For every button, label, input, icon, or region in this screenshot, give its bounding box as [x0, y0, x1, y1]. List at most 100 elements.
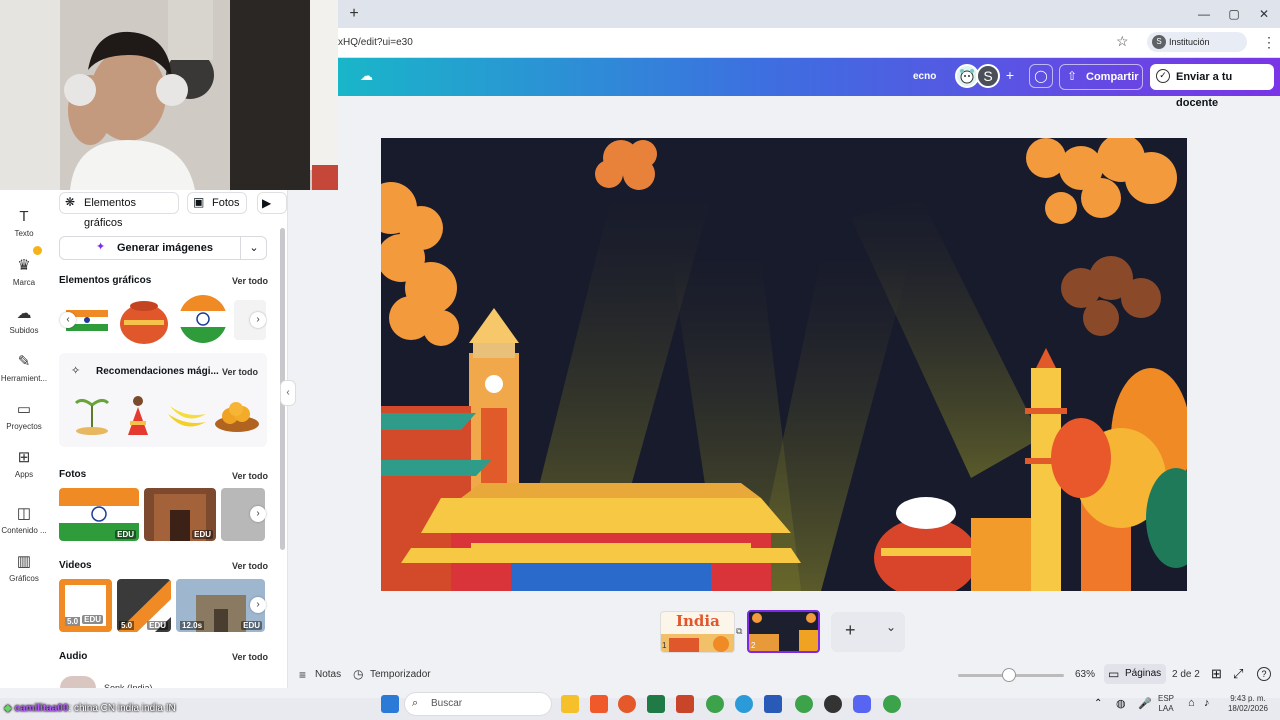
cloud-saved-icon[interactable]: ☁ [360, 68, 376, 84]
photo-thumb-temple[interactable]: EDU [144, 488, 216, 541]
windows-start-icon[interactable] [381, 695, 399, 713]
rail-label: Herramient... [0, 374, 48, 383]
fullscreen-icon[interactable]: ⤢ [1233, 666, 1243, 682]
chevron-down-icon[interactable]: ⌄ [886, 620, 896, 634]
chevron-down-icon[interactable]: ⌄ [240, 236, 267, 260]
bookmark-star-icon[interactable]: ☆ [1116, 33, 1129, 50]
minimize-button[interactable]: — [1192, 4, 1216, 24]
recommendation-thumb-bananas[interactable] [164, 396, 210, 434]
chat-diamond-icon: ◆ [4, 703, 12, 714]
graphic-thumb-flag-circle[interactable] [178, 294, 228, 344]
rail-item-graficos[interactable]: ▥ Gráficos [0, 552, 48, 583]
see-all-photos-link[interactable]: Ver todo [232, 471, 268, 481]
discord-icon[interactable] [853, 695, 871, 713]
chrome-icon[interactable] [706, 695, 724, 713]
sparkle-icon: ✦ [96, 241, 106, 253]
rail-label: Apps [14, 470, 34, 479]
edu-badge: EDU [82, 615, 103, 624]
zoom-level[interactable]: 63% [1075, 669, 1095, 680]
microphone-icon[interactable]: 🎤 [1138, 697, 1152, 710]
notes-button[interactable]: Notas [315, 669, 341, 680]
rail-item-contenido[interactable]: ◫ Contenido ... [0, 504, 48, 535]
timer-button[interactable]: Temporizador [370, 669, 431, 680]
notes-icon: ≡ [299, 668, 307, 682]
recommendation-thumb-sweets[interactable] [214, 396, 260, 434]
grid-view-icon[interactable]: ⊞ [1211, 666, 1222, 682]
browser-menu-icon[interactable]: ⋮ [1262, 34, 1276, 51]
video-chip-icon[interactable]: ▶ [257, 192, 287, 214]
brave-browser-icon[interactable] [590, 695, 608, 713]
chevron-right-icon[interactable]: › [250, 506, 266, 522]
audio-item-title[interactable]: Sonk (India) [104, 682, 224, 688]
recommendation-thumb-dancer[interactable] [120, 393, 156, 437]
audio-thumb[interactable] [60, 676, 96, 688]
taskbar [0, 698, 1280, 720]
page-thumbnail-2-selected[interactable] [747, 610, 820, 653]
maximize-button[interactable]: ▢ [1222, 4, 1246, 24]
network-icon[interactable]: ⌂ [1188, 697, 1195, 709]
video-duration: 5.0 [119, 621, 135, 630]
collaborator-avatar-s[interactable]: S [976, 64, 1000, 88]
folder-icon: ▭ [16, 401, 32, 418]
rail-item-marca[interactable]: ♛ Marca [0, 256, 48, 287]
tray-app-icon[interactable]: ◍ [1116, 697, 1126, 710]
clock[interactable]: 9:43 p. m. 18/02/2026 [1226, 694, 1270, 714]
close-window-button[interactable]: ✕ [1252, 4, 1276, 24]
rail-label: Gráficos [9, 574, 39, 583]
add-page-button[interactable]: + [845, 620, 856, 641]
edu-badge: EDU [147, 621, 168, 630]
language-indicator[interactable]: ESP LAA [1158, 694, 1174, 714]
rail-item-subidos[interactable]: ☁ Subidos [0, 304, 48, 335]
tray-chevron-up-icon[interactable]: ⌃ [1094, 698, 1102, 709]
rail-item-herramientas[interactable]: ✎ Herramient... [0, 352, 48, 383]
chip-elementos-graficos[interactable]: Elementos gráficos [59, 192, 179, 229]
videos-section-title: Videos [59, 560, 92, 571]
word-icon[interactable] [764, 695, 782, 713]
powerpoint-icon[interactable] [676, 695, 694, 713]
rail-item-proyectos[interactable]: ▭ Proyectos [0, 400, 48, 431]
file-explorer-icon[interactable] [561, 695, 579, 713]
chevron-left-icon[interactable]: ‹ [60, 312, 76, 328]
audio-section-title: Audio [59, 651, 88, 662]
chevron-right-icon[interactable]: › [250, 312, 266, 328]
chrome-active-icon[interactable] [883, 695, 901, 713]
document-name[interactable]: ecno [913, 71, 936, 82]
graphic-thumb-pot[interactable] [118, 296, 170, 346]
see-all-recommendations-link[interactable]: Ver todo [222, 367, 258, 377]
pages-icon: ▭ [1108, 667, 1120, 681]
design-canvas[interactable] [381, 138, 1187, 591]
see-all-audio-link[interactable]: Ver todo [232, 652, 268, 662]
apps-icon: ⊞ [17, 449, 31, 466]
check-circle-icon: ✓ [1156, 69, 1170, 83]
generate-images-button[interactable]: Generar imágenes [59, 236, 267, 260]
upload-cloud-icon: ☁ [16, 305, 32, 322]
chrome-profile-icon[interactable] [795, 695, 813, 713]
see-all-videos-link[interactable]: Ver todo [232, 561, 268, 571]
rail-item-texto[interactable]: T Texto [0, 208, 48, 238]
obs-icon[interactable] [824, 695, 842, 713]
photo-thumb-flag[interactable]: EDU [59, 488, 139, 541]
video-thumb-1[interactable]: 5.0 EDU [59, 579, 112, 632]
edu-badge: EDU [192, 530, 213, 539]
lang-layout: LAA [1158, 704, 1174, 713]
url-text[interactable]: xHQ/edit?ui=e30 [338, 37, 413, 48]
firefox-icon[interactable] [618, 695, 636, 713]
recommendation-thumb-plant[interactable] [70, 393, 114, 437]
rail-item-apps[interactable]: ⊞ Apps [0, 448, 48, 479]
add-collaborator-icon[interactable]: + [1002, 67, 1018, 83]
help-button[interactable]: ? [1257, 667, 1271, 681]
collapse-panel-icon[interactable]: ‹ [280, 380, 296, 406]
excel-icon[interactable] [647, 695, 665, 713]
taskbar-search[interactable]: Buscar [404, 692, 552, 716]
profile-avatar[interactable]: S [1152, 35, 1166, 49]
video-thumb-2[interactable]: 5.0 EDU [117, 579, 171, 632]
volume-icon[interactable]: ♪ [1204, 697, 1210, 709]
new-tab-button[interactable]: + [344, 4, 364, 24]
comment-icon[interactable]: ◯ [1029, 64, 1053, 88]
video-duration: 12.0s [180, 621, 205, 630]
see-all-graphics-link[interactable]: Ver todo [232, 276, 268, 286]
transition-icon[interactable]: ⧉ [736, 626, 742, 637]
zoom-slider-handle[interactable] [1002, 668, 1016, 682]
chevron-right-icon[interactable]: › [250, 597, 266, 613]
edge-icon[interactable] [735, 695, 753, 713]
